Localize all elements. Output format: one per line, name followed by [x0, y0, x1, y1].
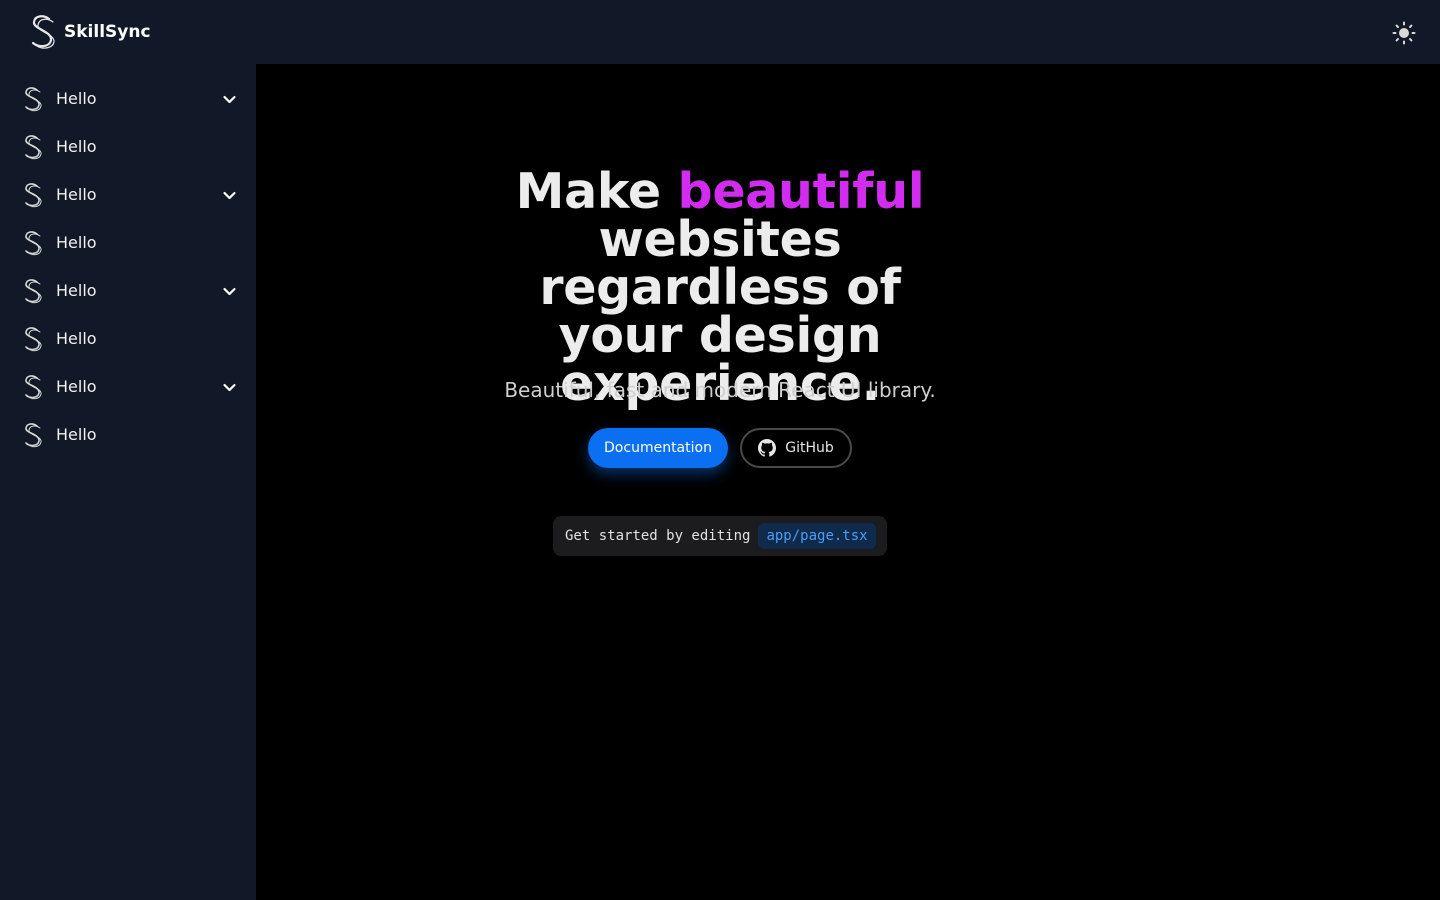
sidebar-item-label: Hello — [56, 281, 97, 300]
brand-link[interactable]: SkillSync — [28, 14, 151, 50]
sidebar-item-4[interactable]: Hello — [0, 219, 256, 267]
github-button-label: GitHub — [785, 440, 834, 456]
chevron-down-icon[interactable] — [222, 92, 237, 107]
sidebar-item-label: Hello — [56, 89, 97, 108]
s-logo-icon — [25, 327, 42, 352]
documentation-button[interactable]: Documentation — [588, 428, 728, 468]
sidebar-item-2[interactable]: Hello — [0, 123, 256, 171]
sidebar-item-7[interactable]: Hello — [0, 363, 256, 411]
documentation-button-label: Documentation — [604, 440, 712, 456]
s-logo-icon — [25, 279, 42, 304]
sidebar-item-label: Hello — [56, 377, 97, 396]
top-navbar: SkillSync — [0, 0, 1440, 64]
sidebar-item-5[interactable]: Hello — [0, 267, 256, 315]
main-content: Make beautiful websites regardless of yo… — [256, 64, 1440, 900]
hero-subtitle: Beautiful, fast and modern React UI libr… — [504, 378, 936, 402]
sidebar-item-label: Hello — [56, 137, 97, 156]
sidebar-item-label: Hello — [56, 329, 97, 348]
github-icon — [758, 439, 777, 457]
sidebar-item-label: Hello — [56, 425, 97, 444]
s-logo-icon — [25, 375, 42, 400]
hero-title: Make beautiful websites regardless of yo… — [470, 167, 970, 408]
github-button[interactable]: GitHub — [740, 428, 852, 468]
s-logo-icon — [25, 231, 42, 256]
sidebar-item-label: Hello — [56, 185, 97, 204]
snippet-code: app/page.tsx — [758, 523, 876, 549]
sidebar: Hello Hello Hello Hello Hello Hello Hell… — [0, 64, 256, 900]
chevron-down-icon[interactable] — [222, 188, 237, 203]
chevron-down-icon[interactable] — [222, 284, 237, 299]
sun-icon[interactable] — [1392, 21, 1416, 45]
sidebar-item-1[interactable]: Hello — [0, 75, 256, 123]
s-logo-icon — [25, 183, 42, 208]
s-logo-icon — [25, 135, 42, 160]
snippet-text: Get started by editing — [565, 528, 751, 544]
brand-name: SkillSync — [64, 22, 151, 42]
chevron-down-icon[interactable] — [222, 380, 237, 395]
sidebar-item-3[interactable]: Hello — [0, 171, 256, 219]
sidebar-item-label: Hello — [56, 233, 97, 252]
code-snippet: Get started by editing app/page.tsx — [553, 516, 887, 556]
s-logo-icon — [31, 15, 55, 49]
s-logo-icon — [25, 423, 42, 448]
sidebar-item-8[interactable]: Hello — [0, 411, 256, 459]
sidebar-item-6[interactable]: Hello — [0, 315, 256, 363]
s-logo-icon — [25, 87, 42, 112]
